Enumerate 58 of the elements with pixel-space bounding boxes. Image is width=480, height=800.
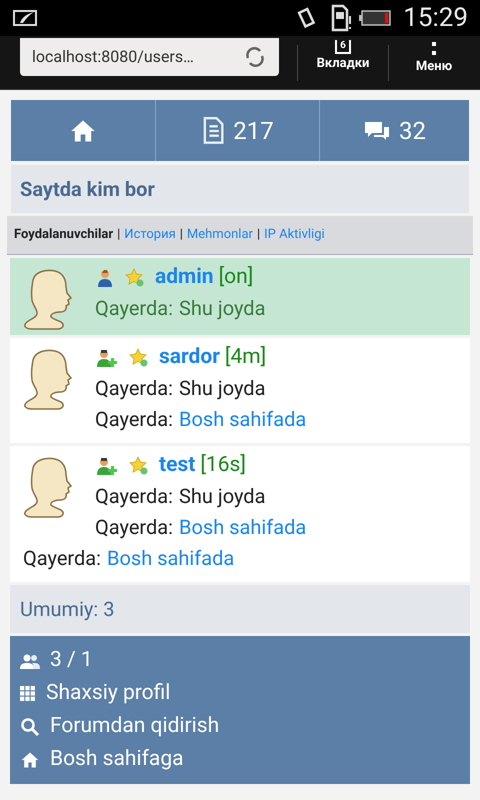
avatar-silhouette-icon <box>23 268 73 330</box>
person-icon <box>95 268 115 288</box>
location-text: Shu joyda <box>179 295 266 322</box>
location-label: Qayerda: <box>95 406 174 433</box>
footer-link[interactable]: Shaxsiy profil <box>20 677 460 710</box>
separator: | <box>256 226 260 244</box>
separator: | <box>117 226 120 244</box>
grid-icon <box>20 686 36 702</box>
address-bar[interactable]: localhost:8080/users… <box>20 38 279 76</box>
total-count: Umumiy: 3 <box>10 585 470 633</box>
footer-link[interactable]: 3 / 1 <box>20 644 460 677</box>
username-link[interactable]: admin <box>155 262 214 294</box>
nav-link[interactable]: 32 <box>319 100 469 161</box>
document-icon <box>201 116 226 144</box>
section-heading: Saytda kim bor <box>11 165 469 213</box>
leaf-battery-icon <box>12 8 40 28</box>
menu-button[interactable]: Меню <box>389 40 479 76</box>
avatar-silhouette-icon <box>23 456 73 518</box>
tab-count: 6 <box>335 40 351 54</box>
activity-status: [on] <box>218 264 254 291</box>
footer-link[interactable]: Forumdan qidirish <box>20 710 460 743</box>
filter-link[interactable]: IP Aktivligi <box>264 225 325 245</box>
home-icon <box>20 750 40 770</box>
filter-link[interactable]: История <box>124 225 176 245</box>
reload-icon[interactable] <box>243 44 267 68</box>
location-link[interactable]: Bosh sahifada <box>179 404 306 435</box>
sim-card-icon <box>331 4 352 32</box>
footer-link[interactable]: Bosh sahifaga <box>20 743 460 776</box>
battery-icon <box>359 10 392 26</box>
location-link[interactable]: Bosh sahifada <box>107 543 234 574</box>
overflow-menu-icon <box>430 40 438 57</box>
location-link[interactable]: Bosh sahifada <box>179 512 306 543</box>
location-text: Shu joyda <box>179 483 266 510</box>
search-icon <box>20 716 40 736</box>
url-text: localhost:8080/users… <box>32 46 194 68</box>
location-label: Qayerda: <box>95 375 174 402</box>
username-link[interactable]: sardor <box>159 342 220 374</box>
star-icon <box>129 456 149 476</box>
username-link[interactable]: test <box>159 450 196 482</box>
tabs-button[interactable]: 6 Вкладки <box>298 40 388 74</box>
location-label: Qayerda: <box>23 545 102 572</box>
activity-status: [16s] <box>200 452 246 479</box>
location-text: Shu joyda <box>179 375 266 402</box>
users-icon <box>20 652 40 668</box>
activity-status: [4m] <box>224 344 266 371</box>
filter-link[interactable]: Mehmonlar <box>186 225 253 245</box>
location-label: Qayerda: <box>95 483 174 510</box>
separator: | <box>180 226 183 244</box>
star-icon <box>125 268 145 288</box>
star-icon <box>129 348 149 368</box>
add-person-icon <box>95 348 119 368</box>
clock-time: 15:29 <box>403 2 468 34</box>
nav-link[interactable]: 217 <box>155 100 319 161</box>
add-person-icon <box>95 456 119 476</box>
avatar-silhouette-icon <box>23 348 73 410</box>
location-label: Qayerda: <box>95 514 174 541</box>
location-label: Qayerda: <box>95 295 174 322</box>
filter-link[interactable]: Foydalanuvchilar <box>14 225 114 245</box>
